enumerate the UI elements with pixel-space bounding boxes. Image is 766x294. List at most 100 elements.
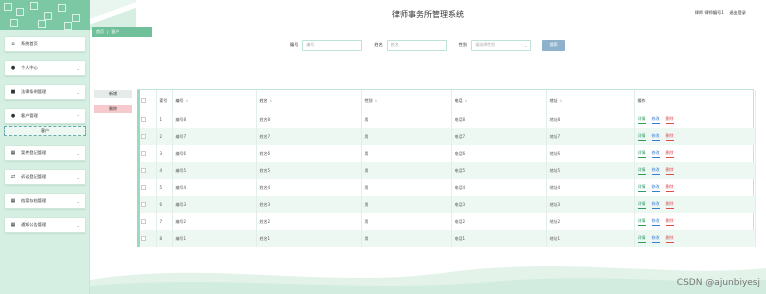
row-select-cell[interactable]: [138, 213, 157, 230]
row-checkbox[interactable]: [141, 201, 146, 207]
edit-button[interactable]: 修改: [651, 116, 660, 124]
row-select-cell[interactable]: [138, 145, 157, 162]
cell-ops: 详情 修改 删除: [634, 162, 756, 179]
sidebar-subitem-client[interactable]: 客户: [4, 126, 86, 136]
delete-row-button[interactable]: 删除: [665, 235, 674, 243]
cell-code: 编号3: [172, 196, 257, 213]
add-button[interactable]: 新增: [94, 90, 132, 98]
row-checkbox[interactable]: [141, 116, 146, 122]
sidebar-item-litigation[interactable]: ⇄ 诉讼登记管理 ⌄: [4, 169, 86, 185]
breadcrumb-home[interactable]: 首页: [96, 29, 104, 35]
delete-row-button[interactable]: 删除: [665, 133, 674, 141]
row-select-cell[interactable]: [138, 128, 157, 145]
sidebar-item-label: 通知公告管理: [21, 222, 47, 227]
sidebar-item-archives[interactable]: ▦ 档案存档管理 ⌄: [4, 193, 86, 209]
cell-name: 姓名8: [256, 111, 362, 128]
cell-address: 地址5: [546, 162, 635, 179]
sidebar-item-home[interactable]: ⌂ 系统首页: [4, 36, 86, 52]
select-all-cell[interactable]: [138, 90, 157, 111]
delete-row-button[interactable]: 删除: [665, 184, 674, 192]
cell-address: 地址7: [546, 128, 635, 145]
cell-gender: 男: [361, 179, 452, 196]
search-button[interactable]: 搜索: [542, 39, 566, 51]
cell-ops: 详情 修改 删除: [634, 179, 756, 196]
edit-button[interactable]: 修改: [651, 133, 660, 141]
view-button[interactable]: 详情: [637, 133, 646, 141]
delete-row-button[interactable]: 删除: [665, 150, 674, 158]
delete-row-button[interactable]: 删除: [665, 201, 674, 209]
row-checkbox[interactable]: [141, 150, 146, 156]
table-row: 5 编号4 姓名4 男电话4 地址4 详情 修改 删除: [138, 179, 756, 196]
row-checkbox[interactable]: [141, 184, 146, 190]
sidebar-item-profile[interactable]: ● 个人中心 ⌄: [4, 60, 86, 76]
edit-button[interactable]: 修改: [651, 235, 660, 243]
sort-icon[interactable]: ⇕: [270, 99, 273, 103]
edit-button[interactable]: 修改: [651, 167, 660, 175]
code-label: 编号: [290, 42, 299, 47]
user-icon: ●: [10, 113, 16, 119]
delete-row-button[interactable]: 删除: [665, 167, 674, 175]
cell-code: 编号5: [172, 162, 257, 179]
edit-button[interactable]: 修改: [651, 184, 660, 192]
view-button[interactable]: 详情: [637, 218, 646, 226]
row-checkbox[interactable]: [141, 235, 146, 241]
cell-ops: 详情 修改 删除: [634, 196, 756, 213]
chevron-up-icon: ⌃: [76, 113, 80, 119]
header-name[interactable]: 姓名 ⇕: [256, 90, 362, 111]
sidebar-item-cases[interactable]: ▦ 案件登记管理 ⌄: [4, 145, 86, 161]
delete-row-button[interactable]: 删除: [665, 218, 674, 226]
row-checkbox[interactable]: [141, 133, 146, 139]
table-row: 7 编号2 姓名2 男电话2 地址2 详情 修改 删除: [138, 213, 756, 230]
logout-link[interactable]: 退出登录: [729, 10, 746, 15]
cell-phone: 电话4: [451, 179, 547, 196]
code-input[interactable]: 编号: [302, 39, 363, 51]
sidebar-item-label: 客户管理: [21, 113, 38, 118]
header-index: 索引: [156, 90, 173, 111]
row-select-cell[interactable]: [138, 230, 157, 247]
header-phone[interactable]: 电话 ⇕: [451, 90, 547, 111]
view-button[interactable]: 详情: [637, 150, 646, 158]
sidebar-item-label: 诉讼登记管理: [21, 174, 47, 179]
edit-button[interactable]: 修改: [651, 201, 660, 209]
row-select-cell[interactable]: [138, 162, 157, 179]
row-select-cell[interactable]: [138, 111, 157, 128]
cell-phone: 电话6: [451, 145, 547, 162]
name-input[interactable]: 姓名: [386, 39, 447, 51]
cell-code: 编号1: [172, 230, 257, 247]
sidebar-item-notices[interactable]: ▦ 通知公告管理 ⌄: [4, 217, 86, 233]
sidebar-item-label: 档案存档管理: [21, 198, 47, 203]
delete-row-button[interactable]: 删除: [665, 116, 674, 124]
row-checkbox[interactable]: [141, 167, 146, 173]
edit-button[interactable]: 修改: [651, 218, 660, 226]
cell-address: 地址2: [546, 213, 635, 230]
delete-button[interactable]: 删除: [94, 105, 132, 113]
top-header: 律师事务所管理系统 律师 律师编号1 退出登录: [90, 0, 766, 30]
select-all-checkbox[interactable]: [141, 97, 146, 103]
sort-icon[interactable]: ⇕: [186, 99, 189, 103]
table-row: 1 编号8 姓名8 男电话8 地址8 详情 修改 删除: [138, 111, 756, 128]
header-address[interactable]: 地址 ⇕: [546, 90, 635, 111]
sort-icon[interactable]: ⇕: [375, 99, 378, 103]
header-gender[interactable]: 性别 ⇕: [361, 90, 452, 111]
gender-select[interactable]: 请选择性别 ⌄: [471, 39, 532, 51]
sidebar-item-laws[interactable]: ■ 法律条例管理 ⌄: [4, 84, 86, 100]
row-checkbox[interactable]: [141, 218, 146, 224]
view-button[interactable]: 详情: [637, 167, 646, 175]
view-button[interactable]: 详情: [637, 184, 646, 192]
row-select-cell[interactable]: [138, 196, 157, 213]
cell-phone: 电话7: [451, 128, 547, 145]
sort-icon[interactable]: ⇕: [560, 99, 563, 103]
edit-button[interactable]: 修改: [651, 150, 660, 158]
sidebar-item-clients[interactable]: ● 客户管理 ⌃: [4, 108, 86, 124]
cell-address: 地址4: [546, 179, 635, 196]
view-button[interactable]: 详情: [637, 201, 646, 209]
view-button[interactable]: 详情: [637, 235, 646, 243]
sort-icon[interactable]: ⇕: [465, 99, 468, 103]
cell-name: 姓名1: [256, 230, 362, 247]
cell-index: 4: [156, 162, 173, 179]
view-button[interactable]: 详情: [637, 116, 646, 124]
cell-index: 2: [156, 128, 173, 145]
row-select-cell[interactable]: [138, 179, 157, 196]
header-code[interactable]: 编号 ⇕: [172, 90, 257, 111]
cell-name: 姓名3: [256, 196, 362, 213]
